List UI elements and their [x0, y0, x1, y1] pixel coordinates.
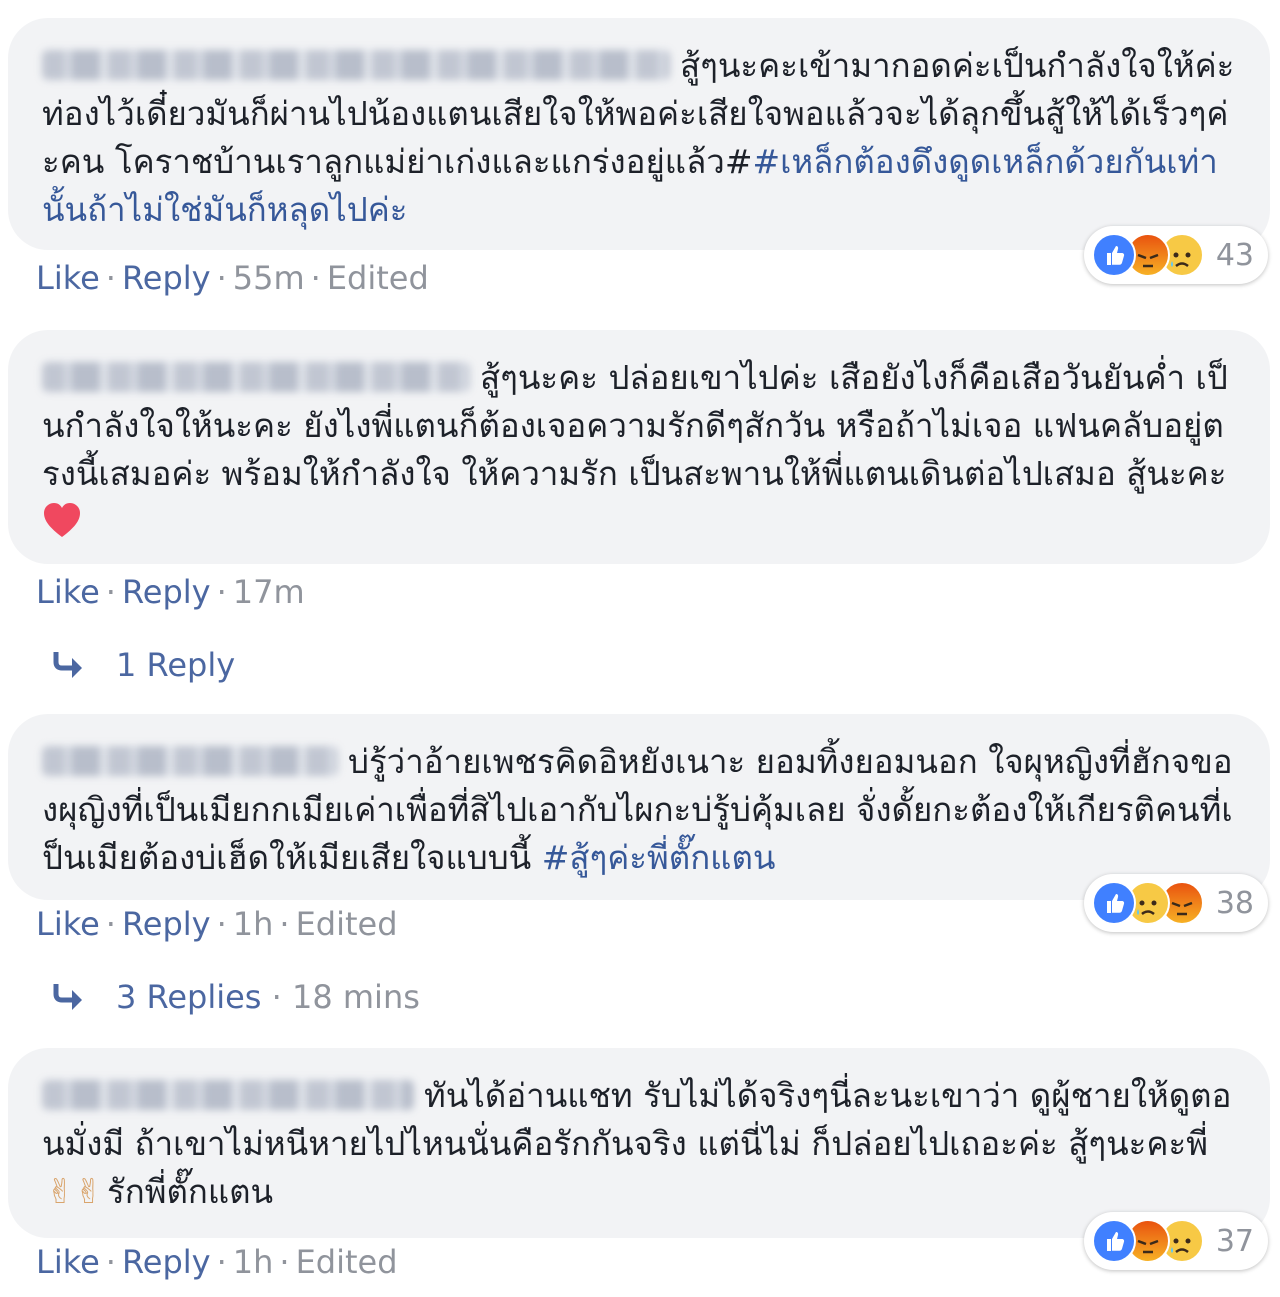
view-replies[interactable]: 3 Replies · 18 mins: [52, 977, 420, 1017]
commenter-name-blurred[interactable]: [42, 50, 670, 80]
commenter-name-blurred[interactable]: [42, 746, 338, 776]
comment-text: สู้ๆนะคะเข้ามากอดค่ะเป็นกำลังใจให้ค่ะท่อ…: [42, 46, 1235, 229]
replies-count[interactable]: 1 Reply: [116, 646, 235, 684]
hashtag-link[interactable]: #สู้ๆค่ะพี่ตั๊กแตน: [542, 838, 776, 877]
comment-actions: Like · Reply · 1h · Edited: [36, 1243, 398, 1281]
comment-text: บ่รู้ว่าอ้ายเพชรคิดอิหยังเนาะ ยอมทิ้งยอม…: [42, 742, 1233, 877]
reaction-summary[interactable]: 38: [1083, 874, 1268, 932]
comment-text: ทันได้อ่านแชท รับไม่ได้จริงๆนี่ละนะเขาว่…: [42, 1076, 1232, 1212]
reaction-summary[interactable]: 43: [1083, 226, 1268, 284]
reaction-summary[interactable]: 37: [1083, 1212, 1268, 1270]
like-reaction-icon: [1091, 881, 1136, 925]
like-button[interactable]: Like: [36, 905, 100, 943]
reply-button[interactable]: Reply: [122, 259, 211, 297]
heart-emoji-icon: [44, 503, 80, 537]
reaction-count: 43: [1215, 237, 1254, 273]
like-reaction-icon: [1091, 1219, 1136, 1263]
reaction-count: 38: [1215, 885, 1254, 921]
replies-count[interactable]: 3 Replies: [116, 978, 261, 1016]
like-button[interactable]: Like: [36, 259, 100, 297]
reply-button[interactable]: Reply: [122, 573, 211, 611]
reply-arrow-icon: [53, 984, 82, 1010]
like-button[interactable]: Like: [36, 573, 100, 611]
like-reaction-icon: [1091, 233, 1136, 277]
reaction-count: 37: [1215, 1223, 1254, 1259]
comment-time[interactable]: 1h: [233, 905, 274, 943]
comment-bubble: บ่รู้ว่าอ้ายเพชรคิดอิหยังเนาะ ยอมทิ้งยอม…: [8, 714, 1270, 900]
commenter-name-blurred[interactable]: [42, 362, 470, 392]
comment-actions: Like · Reply · 17m: [36, 573, 305, 611]
edited-label[interactable]: Edited: [327, 259, 429, 297]
replies-time: 18 mins: [291, 978, 420, 1016]
commenter-name-blurred[interactable]: [42, 1080, 414, 1110]
like-button[interactable]: Like: [36, 1243, 100, 1281]
reply-button[interactable]: Reply: [122, 1243, 211, 1281]
comment-bubble: สู้ๆนะคะ ปล่อยเขาไปค่ะ เสือยังไงก็คือเสื…: [8, 330, 1270, 564]
comment-actions: Like · Reply · 55m · Edited: [36, 259, 429, 297]
comment-time[interactable]: 1h: [233, 1243, 274, 1281]
edited-label[interactable]: Edited: [296, 1243, 398, 1281]
edited-label[interactable]: Edited: [296, 905, 398, 943]
comment-time[interactable]: 17m: [233, 573, 305, 611]
comment-text: สู้ๆนะคะ ปล่อยเขาไปค่ะ เสือยังไงก็คือเสื…: [42, 354, 1236, 546]
view-replies[interactable]: 1 Reply: [52, 645, 235, 685]
reply-arrow-icon: [53, 652, 82, 678]
peace-emoji-icon: ✌✌: [46, 1172, 103, 1212]
comment-bubble: ทันได้อ่านแชท รับไม่ได้จริงๆนี่ละนะเขาว่…: [8, 1048, 1270, 1238]
comment-time[interactable]: 55m: [233, 259, 305, 297]
comment-bubble: สู้ๆนะคะเข้ามากอดค่ะเป็นกำลังใจให้ค่ะท่อ…: [8, 18, 1270, 250]
reply-button[interactable]: Reply: [122, 905, 211, 943]
comment-actions: Like · Reply · 1h · Edited: [36, 905, 398, 943]
